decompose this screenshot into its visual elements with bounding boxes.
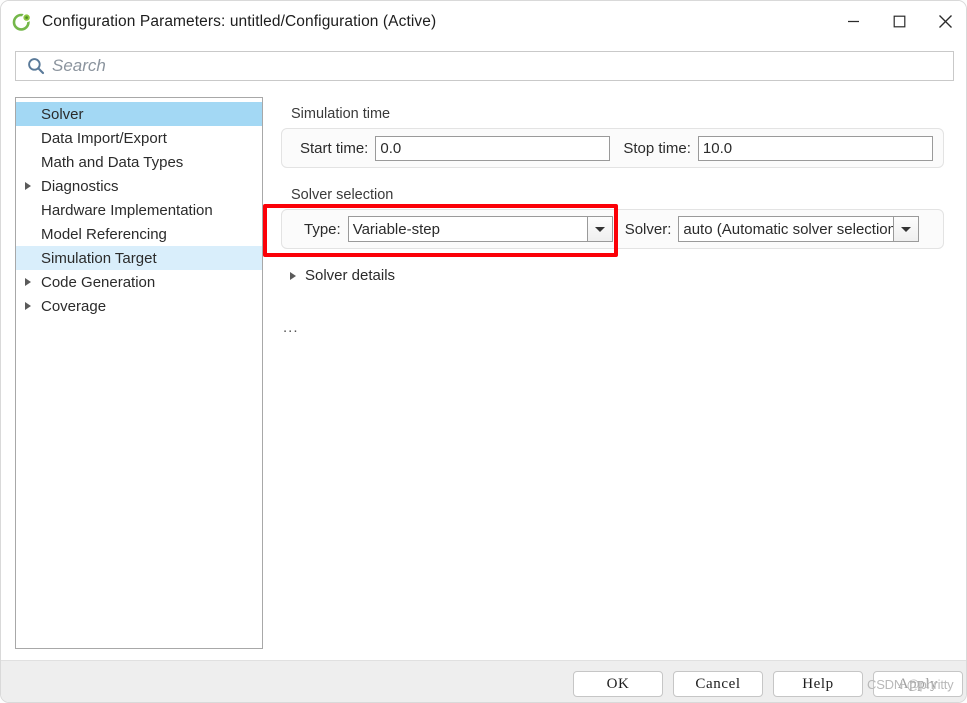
sidebar-item-math-and-data-types[interactable]: Math and Data Types <box>16 150 262 174</box>
solver-dropdown-button[interactable] <box>893 216 920 242</box>
sidebar-item-simulation-target[interactable]: Simulation Target <box>16 246 262 270</box>
expand-arrow-icon[interactable] <box>16 278 40 286</box>
stop-time-label: Stop time: <box>623 139 691 157</box>
sidebar-item-label: Solver <box>41 105 84 123</box>
help-button[interactable]: Help <box>773 671 863 697</box>
solver-type-combobox[interactable]: Variable-step <box>347 216 613 242</box>
maximize-button[interactable] <box>876 1 922 42</box>
settings-category-tree[interactable]: Solver Data Import/Export Math and Data … <box>15 97 263 649</box>
sidebar-item-label: Hardware Implementation <box>41 201 213 219</box>
sidebar-item-coverage[interactable]: Coverage <box>16 294 262 318</box>
simulation-time-panel: Start time: Stop time: <box>281 128 944 168</box>
sidebar-item-model-referencing[interactable]: Model Referencing <box>16 222 262 246</box>
sidebar-item-label: Diagnostics <box>41 177 119 195</box>
sidebar-item-diagnostics[interactable]: Diagnostics <box>16 174 262 198</box>
ok-button[interactable]: OK <box>573 671 663 697</box>
solver-type-value: Variable-step <box>347 216 587 242</box>
sidebar-item-label: Code Generation <box>41 273 156 291</box>
title-bar: Configuration Parameters: untitled/Confi… <box>1 1 966 42</box>
window-title: Configuration Parameters: untitled/Confi… <box>42 12 437 30</box>
sidebar-item-label: Coverage <box>41 297 107 315</box>
solver-label: Solver: <box>624 220 672 238</box>
expand-arrow-icon[interactable] <box>16 182 40 190</box>
apply-button[interactable]: Apply <box>873 671 963 697</box>
search-input[interactable] <box>52 56 912 76</box>
solver-details-label: Solver details <box>305 267 396 284</box>
expand-arrow-icon[interactable] <box>16 302 40 310</box>
chevron-down-icon <box>901 226 912 232</box>
stop-time-input[interactable] <box>697 135 933 161</box>
solver-type-dropdown-button[interactable] <box>586 216 613 242</box>
solver-settings-pane: Simulation time Start time: Stop time: S… <box>273 97 954 649</box>
close-button[interactable] <box>922 1 966 42</box>
solver-combobox[interactable]: auto (Automatic solver selection) <box>678 216 920 242</box>
solver-selection-panel: Type: Variable-step Solver: auto (Automa… <box>281 209 944 249</box>
simulink-icon <box>12 12 32 32</box>
sidebar-item-label: Math and Data Types <box>41 153 184 171</box>
dialog-footer: OK Cancel Help Apply <box>1 660 966 702</box>
solver-details-expander[interactable]: Solver details <box>281 267 395 284</box>
sidebar-item-hardware-implementation[interactable]: Hardware Implementation <box>16 198 262 222</box>
sidebar-item-data-import-export[interactable]: Data Import/Export <box>16 126 262 150</box>
solver-type-label: Type: <box>304 220 341 238</box>
sidebar-item-code-generation[interactable]: Code Generation <box>16 270 262 294</box>
expand-arrow-icon[interactable] <box>281 271 305 280</box>
window-controls <box>830 1 966 42</box>
sidebar-item-label: Simulation Target <box>41 249 157 267</box>
solver-value: auto (Automatic solver selection) <box>678 216 894 242</box>
overflow-ellipsis: ... <box>283 319 299 336</box>
start-time-input[interactable] <box>375 135 611 161</box>
search-bar[interactable] <box>15 51 954 81</box>
cancel-button[interactable]: Cancel <box>673 671 763 697</box>
search-icon <box>24 57 48 75</box>
simulation-time-group-title: Simulation time <box>291 106 391 122</box>
solver-selection-group-title: Solver selection <box>291 187 394 203</box>
chevron-down-icon <box>594 226 605 232</box>
sidebar-item-solver[interactable]: Solver <box>16 102 262 126</box>
sidebar-item-label: Model Referencing <box>41 225 167 243</box>
start-time-label: Start time: <box>300 139 369 157</box>
sidebar-item-label: Data Import/Export <box>41 129 167 147</box>
minimize-button[interactable] <box>830 1 876 42</box>
configuration-parameters-window: Configuration Parameters: untitled/Confi… <box>0 0 967 703</box>
